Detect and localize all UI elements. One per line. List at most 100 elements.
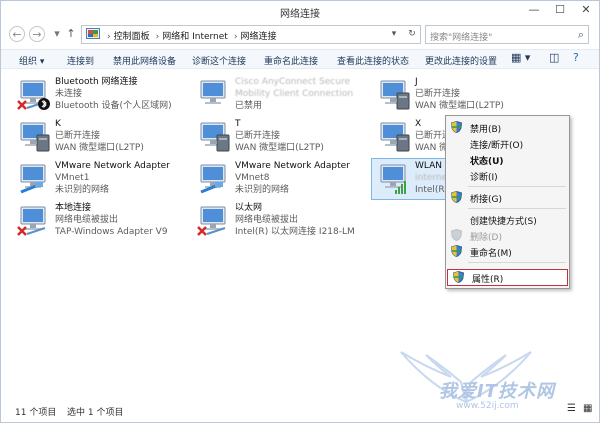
control-panel-icon bbox=[86, 28, 100, 39]
connection-text: Bluetooth 网络连接 未连接 Bluetooth 设备(个人区域网) bbox=[55, 76, 172, 112]
menu-item-label: 重命名(M) bbox=[470, 249, 512, 259]
connection-status: 网络电缆被拔出 bbox=[235, 215, 299, 225]
connection-ethernet[interactable]: 以太网 网络电缆被拔出 Intel(R) 以太网连接 I218-LM bbox=[197, 202, 377, 244]
network-connections-window: 网络连接 — ☐ ✕ ← → ▾ ↑ › 控制面板 › 网络和 Internet › 网络… bbox=[0, 0, 600, 423]
network-adapter-icon bbox=[20, 164, 46, 194]
connection-vmnet1[interactable]: VMware Network Adapter VMnet1 未识别的网络 bbox=[17, 160, 197, 202]
network-adapter-icon bbox=[17, 206, 46, 236]
preview-pane-icon[interactable]: ◫ bbox=[549, 51, 559, 64]
breadcrumb-network-connections[interactable]: 网络连接 bbox=[240, 32, 276, 42]
connection-text: Cisco AnyConnect Secure Mobility Client C… bbox=[235, 76, 353, 112]
menu-item-diagnose[interactable]: 诊断(I) bbox=[446, 168, 569, 183]
menu-item-label: 桥接(G) bbox=[470, 195, 502, 205]
uac-shield-icon bbox=[451, 121, 462, 133]
menu-item-bridge[interactable]: 桥接(G) bbox=[446, 190, 569, 205]
menu-item-status[interactable]: 状态(U) bbox=[446, 152, 569, 167]
menu-item-label: 删除(D) bbox=[470, 233, 502, 243]
connection-status: 网络电缆被拔出 bbox=[55, 215, 119, 225]
address-dropdown-icon[interactable]: ▾ bbox=[386, 26, 402, 43]
connection-name: VMware Network Adapter bbox=[235, 161, 350, 171]
menu-item-connect-disconnect[interactable]: 连接/断开(O) bbox=[446, 136, 569, 151]
selected-count: 选中 1 个项目 bbox=[67, 408, 124, 418]
connection-name: Bluetooth 网络连接 bbox=[55, 77, 138, 87]
connection-status: 已断开连接 bbox=[235, 131, 281, 141]
menu-separator bbox=[468, 208, 566, 209]
menu-item-label: 禁用(B) bbox=[470, 125, 502, 135]
uac-shield-icon bbox=[453, 271, 464, 283]
search-box[interactable]: 搜索"网络连接" ⌕ bbox=[425, 25, 589, 44]
uac-shield-icon bbox=[451, 245, 462, 257]
address-field[interactable]: › 控制面板 › 网络和 Internet › 网络连接 ▾ ↻ bbox=[81, 25, 421, 44]
connection-name: 以太网 bbox=[235, 203, 263, 213]
network-adapter-icon bbox=[200, 122, 230, 152]
connection-device: WAN 微型端口(L2TP) bbox=[55, 143, 144, 153]
network-adapter-icon bbox=[200, 80, 226, 104]
minimize-button[interactable]: — bbox=[521, 1, 547, 19]
connection-local-connection[interactable]: 本地连接 网络电缆被拔出 TAP-Windows Adapter V9 bbox=[17, 202, 197, 244]
tiles-view-icon[interactable]: ▦ bbox=[583, 403, 592, 414]
connection-text: 以太网 网络电缆被拔出 Intel(R) 以太网连接 I218-LM bbox=[235, 202, 355, 238]
connection-cisco-anyconnect[interactable]: Cisco AnyConnect Secure Mobility Client C… bbox=[197, 76, 377, 118]
uac-shield-icon bbox=[451, 229, 462, 241]
title-bar: 网络连接 — ☐ ✕ bbox=[1, 1, 599, 21]
organize-menu[interactable]: 组织 ▾ bbox=[19, 54, 44, 67]
network-adapter-icon bbox=[197, 206, 226, 236]
connection-device: WAN 微型端口(L2TP) bbox=[235, 143, 324, 153]
connection-vmnet8[interactable]: VMware Network Adapter VMnet8 未识别的网络 bbox=[197, 160, 377, 202]
connection-text: T 已断开连接 WAN 微型端口(L2TP) bbox=[235, 118, 324, 154]
breadcrumb-control-panel[interactable]: 控制面板 bbox=[114, 32, 150, 42]
back-button[interactable]: ← bbox=[9, 26, 25, 42]
address-bar-row: ← → ▾ ↑ › 控制面板 › 网络和 Internet › 网络连接 ▾ ↻ 搜索"网… bbox=[1, 23, 599, 47]
connection-name: T bbox=[235, 119, 241, 129]
connection-vpn-t[interactable]: T 已断开连接 WAN 微型端口(L2TP) bbox=[197, 118, 377, 160]
close-button[interactable]: ✕ bbox=[573, 1, 599, 19]
menu-item-label: 状态(U) bbox=[470, 157, 504, 167]
connection-name: 本地连接 bbox=[55, 203, 92, 213]
up-button[interactable]: ↑ bbox=[63, 26, 79, 42]
view-options-icon[interactable]: ▦ ▾ bbox=[511, 51, 530, 64]
menu-item-rename[interactable]: 重命名(M) bbox=[446, 244, 569, 259]
search-placeholder: 搜索"网络连接" bbox=[430, 33, 493, 43]
refresh-icon[interactable]: ↻ bbox=[404, 26, 420, 43]
connection-text: VMware Network Adapter VMnet1 未识别的网络 bbox=[55, 160, 170, 196]
disable-device-button[interactable]: 禁用此网络设备 bbox=[113, 54, 176, 67]
connection-status: 未连接 bbox=[55, 89, 83, 99]
connection-bluetooth[interactable]: Bluetooth 网络连接 未连接 Bluetooth 设备(个人区域网) bbox=[17, 76, 197, 118]
view-status-button[interactable]: 查看此连接的状态 bbox=[337, 54, 409, 67]
connection-status: VMnet1 bbox=[55, 173, 90, 183]
search-icon[interactable]: ⌕ bbox=[578, 28, 584, 42]
connection-device: 未识别的网络 bbox=[55, 185, 110, 195]
connection-vpn-k[interactable]: K 已断开连接 WAN 微型端口(L2TP) bbox=[17, 118, 197, 160]
connection-status: VMnet8 bbox=[235, 173, 270, 183]
diagnose-button[interactable]: 诊断这个连接 bbox=[192, 54, 246, 67]
connection-device: 未识别的网络 bbox=[235, 185, 290, 195]
maximize-button[interactable]: ☐ bbox=[547, 1, 573, 19]
breadcrumb-network-internet[interactable]: 网络和 Internet bbox=[162, 32, 228, 42]
menu-item-label: 诊断(I) bbox=[470, 173, 498, 183]
connect-to-button[interactable]: 连接到 bbox=[67, 54, 94, 67]
network-adapter-icon bbox=[200, 164, 226, 194]
forward-button[interactable]: → bbox=[29, 26, 45, 42]
menu-item-label: 创建快捷方式(S) bbox=[470, 217, 537, 227]
connection-device: Bluetooth 设备(个人区域网) bbox=[55, 101, 172, 111]
connection-status: 已断开连接 bbox=[415, 89, 461, 99]
network-adapter-icon bbox=[380, 80, 410, 110]
details-view-icon[interactable]: ☰ bbox=[567, 403, 576, 414]
network-adapter-icon bbox=[380, 164, 406, 194]
connection-name: K bbox=[55, 119, 61, 129]
network-adapter-icon bbox=[20, 122, 50, 152]
menu-item-create-shortcut[interactable]: 创建快捷方式(S) bbox=[446, 212, 569, 227]
connection-name: VMware Network Adapter bbox=[55, 161, 170, 171]
connection-vpn-j[interactable]: J 已断开连接 WAN 微型端口(L2TP) bbox=[377, 76, 557, 118]
change-settings-button[interactable]: 更改此连接的设置 bbox=[425, 54, 497, 67]
connection-text: K 已断开连接 WAN 微型端口(L2TP) bbox=[55, 118, 144, 154]
window-title: 网络连接 bbox=[280, 9, 320, 20]
breadcrumb: › 控制面板 › 网络和 Internet › 网络连接 bbox=[107, 32, 277, 42]
menu-item-disable[interactable]: 禁用(B) bbox=[446, 120, 569, 135]
connection-name: Cisco AnyConnect Secure bbox=[235, 77, 350, 87]
help-icon[interactable]: ? bbox=[573, 51, 579, 64]
network-adapter-icon bbox=[17, 80, 50, 110]
menu-item-properties[interactable]: 属性(R) bbox=[447, 269, 568, 286]
rename-button[interactable]: 重命名此连接 bbox=[264, 54, 318, 67]
connection-text: J 已断开连接 WAN 微型端口(L2TP) bbox=[415, 76, 504, 112]
